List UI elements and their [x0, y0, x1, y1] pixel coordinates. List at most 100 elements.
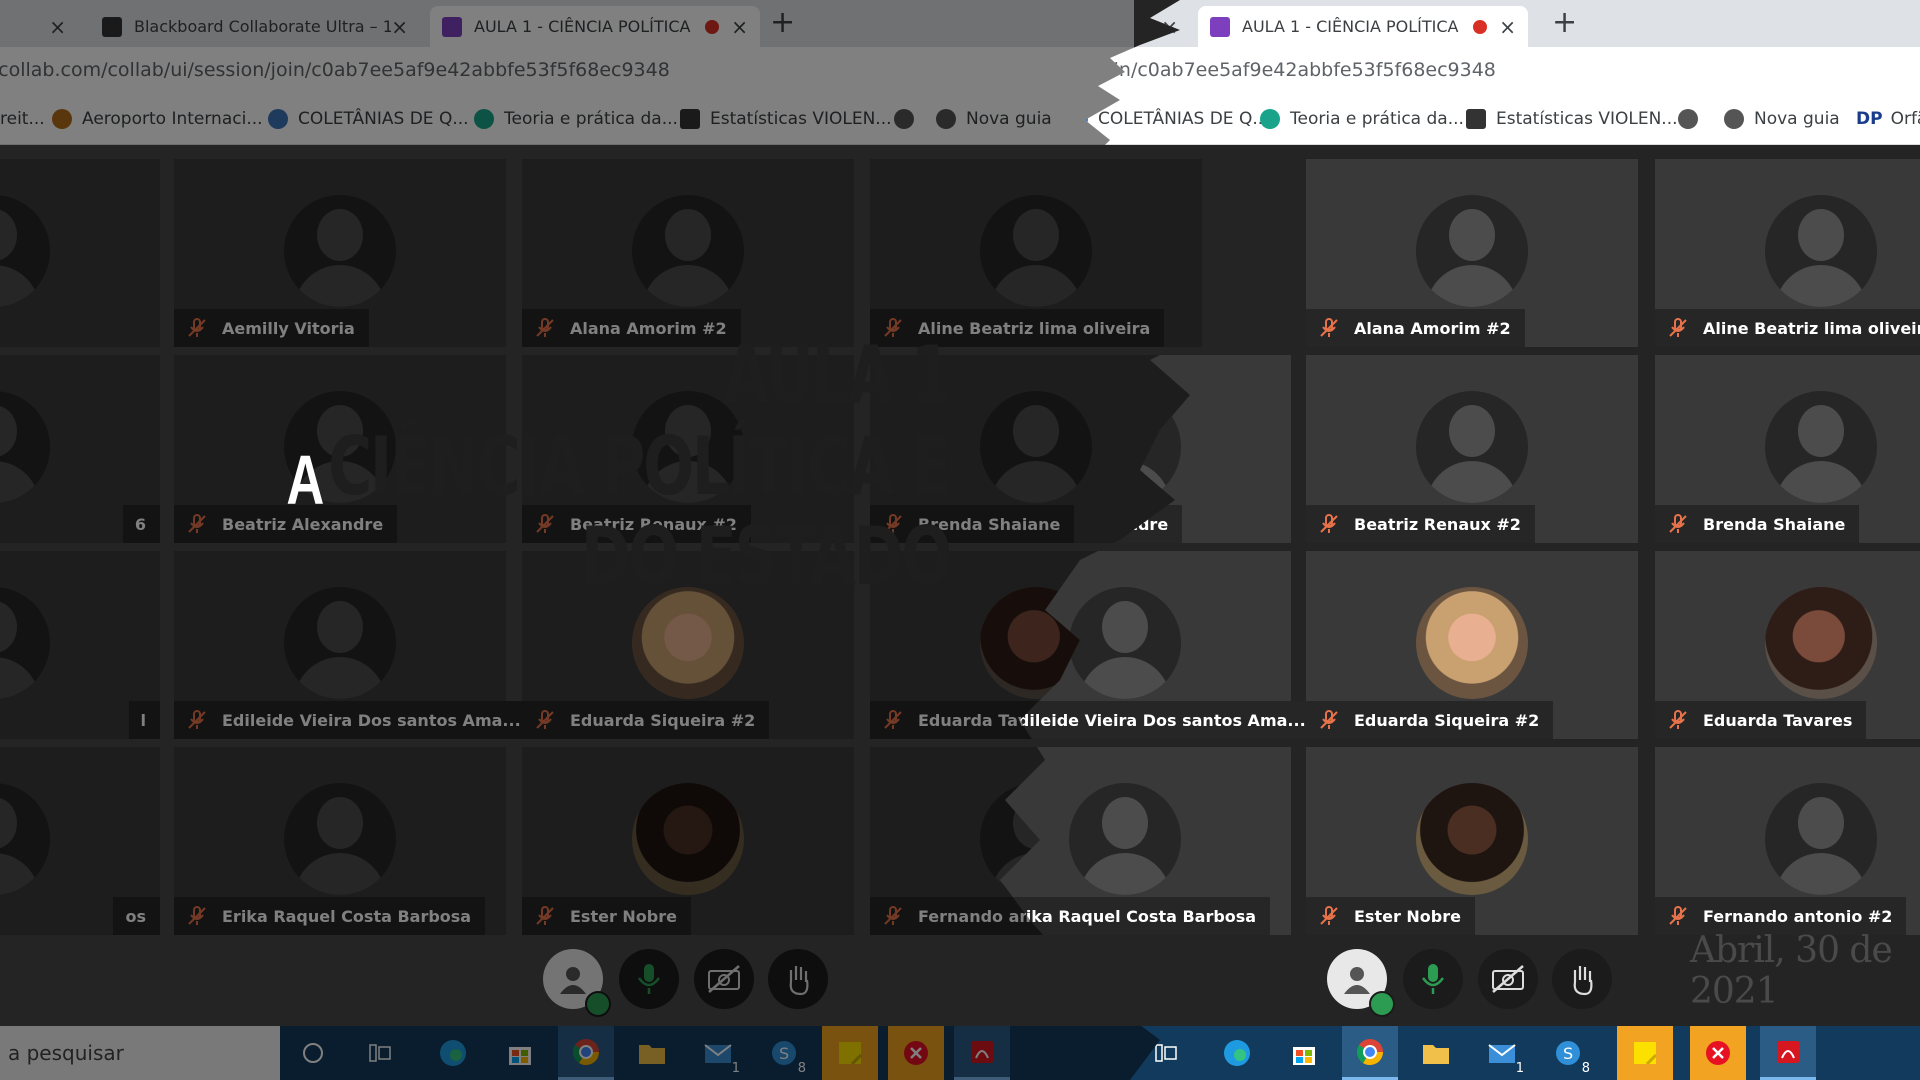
participant-tile[interactable]: Aline Beatriz lima oliveira: [1655, 159, 1920, 347]
taskbar-sticky-notes[interactable]: [822, 1026, 878, 1080]
taskbar-acrobat[interactable]: [1760, 1026, 1816, 1080]
participant-tile[interactable]: os: [0, 747, 160, 935]
bookmark-estatisticas[interactable]: Estatísticas VIOLEN...: [1466, 109, 1678, 129]
chrome-icon: [1355, 1037, 1385, 1067]
participant-name-tag: Aemilly Vitoria: [174, 309, 369, 347]
participant-tile[interactable]: Ester Nobre: [522, 747, 854, 935]
taskbar-store[interactable]: [492, 1026, 548, 1080]
mic-off-icon: [884, 318, 902, 337]
new-tab-button[interactable]: +: [1552, 5, 1577, 40]
taskbar-mail[interactable]: 1: [690, 1026, 746, 1080]
taskbar-app-close[interactable]: [888, 1026, 944, 1080]
participant-tile[interactable]: Fernando antonio #2: [1655, 747, 1920, 935]
participant-name: Beatriz Renaux #2: [1354, 514, 1521, 534]
bookmark-item[interactable]: reit...: [0, 109, 45, 129]
mic-off-icon: [884, 710, 902, 729]
bb-icon: [102, 16, 122, 37]
participant-tile[interactable]: Edileide Vieira Dos santos Ama...: [174, 551, 535, 739]
taskbar-skype[interactable]: S8: [1540, 1026, 1596, 1080]
taskbar-edge[interactable]: [425, 1026, 481, 1080]
user-icon: [1340, 962, 1374, 996]
bookmark-teoria[interactable]: Teoria e prática da...: [1260, 109, 1464, 129]
bookmark-coletanias[interactable]: COLETÂNIAS DE Q...: [268, 109, 469, 129]
bookmark-aeroporto[interactable]: Aeroporto Internaci...: [52, 109, 263, 129]
avatar: [1765, 195, 1877, 307]
avatar-photo: [632, 783, 744, 895]
wordpress-icon: [268, 109, 288, 129]
close-icon[interactable]: ×: [1499, 15, 1516, 39]
participant-tile[interactable]: Alana Amorim #2: [1306, 159, 1638, 347]
bookmark-teoria[interactable]: Teoria e prática da...: [474, 109, 678, 129]
mail-icon: [704, 1044, 732, 1063]
raise-hand-button[interactable]: [768, 949, 828, 1009]
camera-button[interactable]: [1478, 949, 1538, 1009]
taskbar-mail[interactable]: 1: [1474, 1026, 1530, 1080]
tab-aula[interactable]: AULA 1 - CIÊNCIA POLÍTICA ×: [430, 6, 760, 47]
bookmark-orfa[interactable]: DP Orfã: [1856, 109, 1920, 129]
cortana-button[interactable]: [285, 1026, 341, 1080]
taskbar-search[interactable]: a pesquisar: [0, 1026, 280, 1080]
participant-name: Eduarda Siqueira #2: [1354, 710, 1540, 730]
participant-tile[interactable]: Beatriz Renaux #2: [1306, 355, 1638, 543]
participant-tile[interactable]: Eduarda Siqueira #2: [1306, 551, 1638, 739]
microphone-button[interactable]: [619, 949, 679, 1009]
globe-icon: [936, 109, 956, 129]
bookmark-estatisticas[interactable]: Estatísticas VIOLEN...: [680, 109, 892, 129]
hand-icon: [789, 966, 809, 996]
edge-icon: [1222, 1038, 1252, 1068]
my-status-button[interactable]: [543, 949, 611, 1017]
participant-tile[interactable]: Ester Nobre: [1306, 747, 1638, 935]
taskbar-explorer[interactable]: [1408, 1026, 1464, 1080]
bookmark-globe[interactable]: [1678, 109, 1708, 129]
taskbar-acrobat[interactable]: [954, 1026, 1010, 1080]
participant-tile[interactable]: Beatriz Renaux #2: [522, 355, 854, 543]
participant-tile[interactable]: Aemilly Vitoria: [174, 159, 506, 347]
task-view-button[interactable]: [352, 1026, 408, 1080]
participant-name-tag: Brenda Shaiane: [870, 505, 1075, 543]
microphone-button[interactable]: [1403, 949, 1463, 1009]
participant-name-tag: Aline Beatriz lima oliveira: [1655, 309, 1920, 347]
my-status-button[interactable]: [1327, 949, 1387, 1009]
taskbar-chrome[interactable]: [558, 1026, 614, 1080]
tab-aula[interactable]: AULA 1 - CIÊNCIA POLÍTICA ×: [1198, 6, 1528, 47]
participant-tile[interactable]: Erika Raquel Costa Barbosa: [174, 747, 506, 935]
camera-button[interactable]: [694, 949, 754, 1009]
participant-tile[interactable]: [0, 159, 160, 347]
taskbar-explorer[interactable]: [624, 1026, 680, 1080]
check-icon: [1369, 991, 1395, 1017]
avatar: [632, 391, 744, 503]
tab-blackboard[interactable]: Blackboard Collaborate Ultra – 1... ×: [90, 6, 420, 47]
raise-hand-button[interactable]: [1552, 949, 1612, 1009]
bookmark-label: COLETÂNIAS DE Q...: [298, 109, 469, 129]
taskbar-chrome[interactable]: [1342, 1026, 1398, 1080]
tab-previous[interactable]: ×: [0, 6, 78, 47]
bookmark-nova-guia[interactable]: Nova guia: [1724, 109, 1840, 129]
tab-title: AULA 1 - CIÊNCIA POLÍTICA: [474, 17, 691, 36]
close-icon[interactable]: ×: [731, 15, 748, 39]
bookmark-nova-guia[interactable]: Nova guia: [936, 109, 1052, 129]
taskbar-sticky-notes[interactable]: [1617, 1026, 1673, 1080]
participant-tile[interactable]: Brenda Shaiane: [1655, 355, 1920, 543]
participant-tile[interactable]: 6: [0, 355, 160, 543]
taskbar-skype[interactable]: S8: [756, 1026, 812, 1080]
participant-tile[interactable]: Beatriz Alexandre: [174, 355, 506, 543]
avatar: [0, 391, 50, 503]
taskbar-edge[interactable]: [1209, 1026, 1265, 1080]
taskbar-store[interactable]: [1276, 1026, 1332, 1080]
participant-tile[interactable]: Eduarda Siqueira #2: [522, 551, 854, 739]
taskbar-app-close[interactable]: [1690, 1026, 1746, 1080]
participant-tile[interactable]: l: [0, 551, 160, 739]
avatar: [1765, 391, 1877, 503]
new-tab-button[interactable]: +: [770, 5, 795, 40]
chart-icon: [680, 109, 700, 129]
microphone-icon: [1418, 962, 1448, 996]
participant-tile[interactable]: Alana Amorim #2: [522, 159, 854, 347]
participant-tile[interactable]: Eduarda Tavares: [1655, 551, 1920, 739]
bookmark-globe[interactable]: [894, 109, 924, 129]
bookmark-label: Nova guia: [1754, 109, 1840, 129]
avatar-photo: [1765, 587, 1877, 699]
globe-icon: [1724, 109, 1744, 129]
address-bar[interactable]: bbcollab.com/collab/ui/session/join/c0ab…: [0, 47, 1134, 97]
close-icon[interactable]: ×: [391, 15, 408, 39]
close-icon[interactable]: ×: [49, 15, 66, 39]
